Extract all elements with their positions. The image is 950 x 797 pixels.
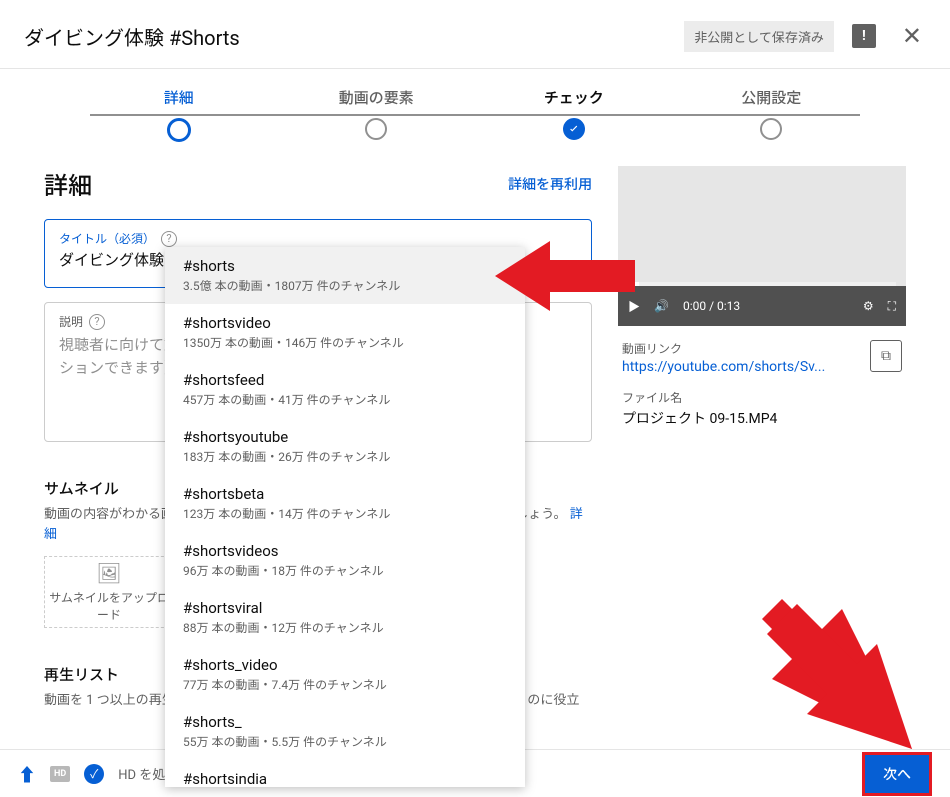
video-link[interactable]: https://youtube.com/shorts/Sv... xyxy=(622,359,862,375)
hashtag-suggestions-dropdown: #shorts 3.5億 本の動画・1807万 件のチャンネル #shortsvid… xyxy=(165,247,525,787)
suggestion-meta: 96万 本の動画・18万 件のチャンネル xyxy=(183,562,507,579)
video-link-label: 動画リンク xyxy=(622,340,862,357)
upload-icon: ⬆ xyxy=(18,761,36,787)
hashtag-suggestion-item[interactable]: #shortsfeed 457万 本の動画・41万 件のチャンネル xyxy=(165,361,525,418)
suggestion-tag: #shortsvideos xyxy=(183,542,507,560)
suggestion-tag: #shorts_ xyxy=(183,713,507,731)
file-name-label: ファイル名 xyxy=(622,389,902,406)
suggestion-tag: #shortsindia xyxy=(183,770,507,787)
hashtag-suggestion-item[interactable]: #shortsvideo 1350万 本の動画・146万 件のチャンネル xyxy=(165,304,525,361)
suggestion-meta: 55万 本の動画・5.5万 件のチャンネル xyxy=(183,733,507,750)
video-time: 0:00 / 0:13 xyxy=(683,299,740,313)
hd-badge: HD xyxy=(50,766,70,782)
volume-icon[interactable]: 🔊 xyxy=(654,299,669,313)
annotation-arrow-left xyxy=(495,236,635,316)
suggestion-meta: 183万 本の動画・26万 件のチャンネル xyxy=(183,448,507,465)
hashtag-suggestion-item[interactable]: #shorts_video 77万 本の動画・7.4万 件のチャンネル xyxy=(165,646,525,703)
image-add-icon: 🖼 xyxy=(96,561,121,585)
suggestion-meta: 457万 本の動画・41万 件のチャンネル xyxy=(183,391,507,408)
reuse-details-link[interactable]: 詳細を再利用 xyxy=(508,174,592,194)
suggestion-tag: #shorts_video xyxy=(183,656,507,674)
file-name-value: プロジェクト 09-15.MP4 xyxy=(622,408,902,428)
hashtag-suggestion-item[interactable]: #shortsindia44万 本の動画・5.9万 件のチャンネル xyxy=(165,760,525,787)
suggestion-meta: 88万 本の動画・12万 件のチャンネル xyxy=(183,619,507,636)
suggestion-tag: #shorts xyxy=(183,257,507,275)
hashtag-suggestion-item[interactable]: #shortsvideos 96万 本の動画・18万 件のチャンネル xyxy=(165,532,525,589)
description-label: 説明 xyxy=(59,313,83,330)
annotation-arrow-bottom-right xyxy=(762,599,912,749)
suggestion-meta: 1350万 本の動画・146万 件のチャンネル xyxy=(183,334,507,351)
dialog-title: ダイビング体験 #Shorts xyxy=(24,22,684,51)
suggestion-meta: 77万 本の動画・7.4万 件のチャンネル xyxy=(183,676,507,693)
copy-link-button[interactable]: ⧉ xyxy=(870,340,902,372)
settings-icon[interactable]: ⚙ xyxy=(863,299,874,313)
hashtag-suggestion-item[interactable]: #shorts 3.5億 本の動画・1807万 件のチャンネル xyxy=(165,247,525,304)
suggestion-tag: #shortsyoutube xyxy=(183,428,507,446)
suggestion-meta: 3.5億 本の動画・1807万 件のチャンネル xyxy=(183,277,507,294)
hashtag-suggestion-item[interactable]: #shortsviral 88万 本の動画・12万 件のチャンネル xyxy=(165,589,525,646)
suggestion-tag: #shortsfeed xyxy=(183,371,507,389)
check-complete-icon: ✓ xyxy=(84,764,104,784)
video-preview: ▶ 🔊 0:00 / 0:13 ⚙ ⛶ 動画リンク https://youtub… xyxy=(618,166,906,442)
hashtag-suggestion-item[interactable]: #shortsbeta 123万 本の動画・14万 件のチャンネル xyxy=(165,475,525,532)
section-title: 詳細 xyxy=(44,166,508,201)
hashtag-suggestion-item[interactable]: #shorts_ 55万 本の動画・5.5万 件のチャンネル xyxy=(165,703,525,760)
suggestion-meta: 123万 本の動画・14万 件のチャンネル xyxy=(183,505,507,522)
title-label: タイトル（必須） xyxy=(59,230,155,247)
processing-status-text: HD を処 xyxy=(118,764,165,783)
thumbnail-upload-button[interactable]: 🖼 サムネイルをアップロード xyxy=(44,556,174,628)
help-icon[interactable]: ? xyxy=(89,314,105,330)
suggestion-tag: #shortsbeta xyxy=(183,485,507,503)
saved-status-chip: 非公開として保存済み xyxy=(684,21,834,52)
next-button[interactable]: 次へ xyxy=(862,752,932,796)
feedback-icon[interactable]: ! xyxy=(852,24,876,48)
stepper: 詳細 動画の要素 チェック 公開設定 xyxy=(0,69,950,142)
fullscreen-icon[interactable]: ⛶ xyxy=(888,299,896,314)
suggestion-tag: #shortsvideo xyxy=(183,314,507,332)
suggestion-tag: #shortsviral xyxy=(183,599,507,617)
close-button[interactable]: ✕ xyxy=(898,18,926,54)
help-icon[interactable]: ? xyxy=(161,231,177,247)
hashtag-suggestion-item[interactable]: #shortsyoutube 183万 本の動画・26万 件のチャンネル xyxy=(165,418,525,475)
